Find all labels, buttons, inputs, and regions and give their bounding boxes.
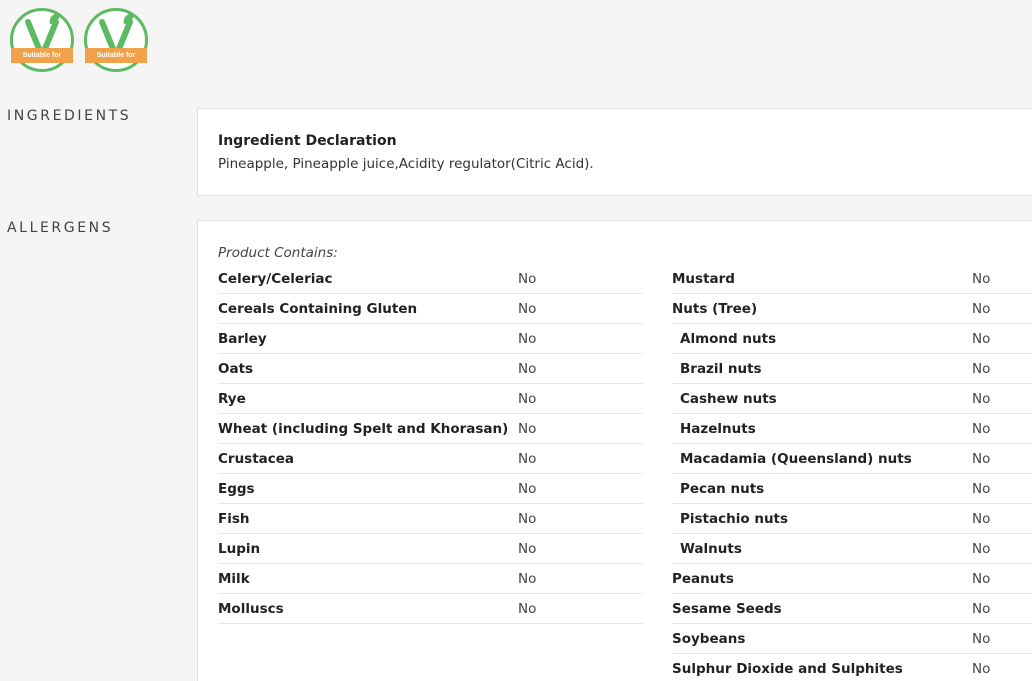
allergen-value: No	[518, 570, 537, 587]
allergen-value: No	[972, 330, 991, 347]
allergen-name: Eggs	[218, 480, 255, 497]
allergen-value: No	[518, 360, 537, 377]
ingredients-heading: INGREDIENTS	[7, 108, 132, 124]
allergen-row: Eggs No	[218, 474, 643, 504]
allergens-card: Product Contains: Celery/Celeriac No Cere…	[197, 220, 1032, 681]
badge-ribbon: Suitable for	[85, 48, 147, 63]
allergen-name: Cashew nuts	[680, 390, 777, 407]
allergen-subrow: Pistachio nuts No	[672, 504, 1032, 534]
ingredients-card: Ingredient Declaration Pineapple, Pineap…	[197, 108, 1032, 196]
allergen-value: No	[972, 570, 991, 587]
allergen-name: Crustacea	[218, 450, 295, 467]
allergen-value: No	[518, 510, 537, 527]
allergen-row: Sesame Seeds No	[672, 594, 1032, 624]
allergen-value: No	[972, 540, 991, 557]
allergen-name: Fish	[218, 510, 250, 527]
suitability-badges: Suitable for Suitable for	[10, 8, 148, 72]
allergen-value: No	[518, 450, 537, 467]
suitable-for-badge: Suitable for	[84, 8, 148, 72]
allergen-row: Rye No	[218, 384, 643, 414]
allergen-value: No	[518, 270, 537, 287]
allergen-value: No	[972, 300, 991, 317]
badge-ribbon: Suitable for	[11, 48, 73, 63]
product-page: Suitable for Suitable for INGREDIENTS In…	[0, 0, 1032, 681]
allergen-name: Molluscs	[218, 600, 284, 617]
allergen-name: Soybeans	[672, 630, 746, 647]
allergen-subrow: Macadamia (Queensland) nuts No	[672, 444, 1032, 474]
allergen-value: No	[972, 360, 991, 377]
allergen-value: No	[518, 420, 537, 437]
ingredient-declaration-title: Ingredient Declaration	[218, 133, 397, 149]
allergen-row: Wheat (including Spelt and Khorasan) No	[218, 414, 643, 444]
allergen-row: Molluscs No	[218, 594, 643, 624]
allergen-row: Milk No	[218, 564, 643, 594]
allergen-subrow: Pecan nuts No	[672, 474, 1032, 504]
allergen-value: No	[972, 630, 991, 647]
allergen-row: Mustard No	[672, 264, 1032, 294]
allergen-name: Nuts (Tree)	[672, 300, 758, 317]
allergen-subrow: Hazelnuts No	[672, 414, 1032, 444]
allergen-name: Oats	[218, 360, 254, 377]
allergen-value: No	[972, 390, 991, 407]
allergen-name: Brazil nuts	[680, 360, 762, 377]
allergen-name: Barley	[218, 330, 267, 347]
allergen-subrow: Almond nuts No	[672, 324, 1032, 354]
allergen-row: Celery/Celeriac No	[218, 264, 643, 294]
allergen-row: Nuts (Tree) No	[672, 294, 1032, 324]
allergen-name: Sesame Seeds	[672, 600, 782, 617]
allergen-row: Sulphur Dioxide and Sulphites No	[672, 654, 1032, 681]
allergen-value: No	[972, 510, 991, 527]
allergen-row: Oats No	[218, 354, 643, 384]
allergen-row: Fish No	[218, 504, 643, 534]
allergen-list-left: Celery/Celeriac No Cereals Containing Glu…	[218, 264, 643, 624]
allergen-row: Barley No	[218, 324, 643, 354]
allergen-name: Peanuts	[672, 570, 734, 587]
allergen-value: No	[972, 270, 991, 287]
allergens-heading: ALLERGENS	[7, 220, 114, 236]
suitable-for-badge: Suitable for	[10, 8, 74, 72]
allergen-name: Sulphur Dioxide and Sulphites	[672, 660, 903, 677]
allergen-value: No	[518, 540, 537, 557]
product-contains-label: Product Contains:	[218, 245, 338, 261]
allergen-value: No	[518, 300, 537, 317]
allergen-value: No	[518, 600, 537, 617]
allergen-value: No	[972, 600, 991, 617]
allergen-subrow: Walnuts No	[672, 534, 1032, 564]
allergen-value: No	[972, 450, 991, 467]
allergen-name: Almond nuts	[680, 330, 777, 347]
allergen-value: No	[972, 420, 991, 437]
ingredient-declaration-text: Pineapple, Pineapple juice,Acidity regul…	[218, 156, 594, 172]
allergen-row: Cereals Containing Gluten No	[218, 294, 643, 324]
allergen-value: No	[972, 660, 991, 677]
allergen-subrow: Brazil nuts No	[672, 354, 1032, 384]
allergen-value: No	[518, 330, 537, 347]
allergen-name: Mustard	[672, 270, 735, 287]
allergen-row: Lupin No	[218, 534, 643, 564]
allergen-subrow: Cashew nuts No	[672, 384, 1032, 414]
allergen-row: Crustacea No	[218, 444, 643, 474]
allergen-value: No	[518, 390, 537, 407]
allergen-name: Wheat (including Spelt and Khorasan)	[218, 420, 509, 437]
allergen-name: Celery/Celeriac	[218, 270, 333, 287]
allergen-name: Macadamia (Queensland) nuts	[680, 450, 912, 467]
allergen-value: No	[518, 480, 537, 497]
allergen-name: Hazelnuts	[680, 420, 756, 437]
allergen-name: Cereals Containing Gluten	[218, 300, 418, 317]
allergen-name: Lupin	[218, 540, 261, 557]
allergen-row: Peanuts No	[672, 564, 1032, 594]
allergen-name: Rye	[218, 390, 246, 407]
allergen-list-right: Mustard No Nuts (Tree) No Almond nuts No Br…	[672, 264, 1032, 681]
allergen-value: No	[972, 480, 991, 497]
allergen-name: Milk	[218, 570, 250, 587]
allergen-name: Walnuts	[680, 540, 742, 557]
allergen-row: Soybeans No	[672, 624, 1032, 654]
allergen-name: Pistachio nuts	[680, 510, 789, 527]
allergen-name: Pecan nuts	[680, 480, 765, 497]
